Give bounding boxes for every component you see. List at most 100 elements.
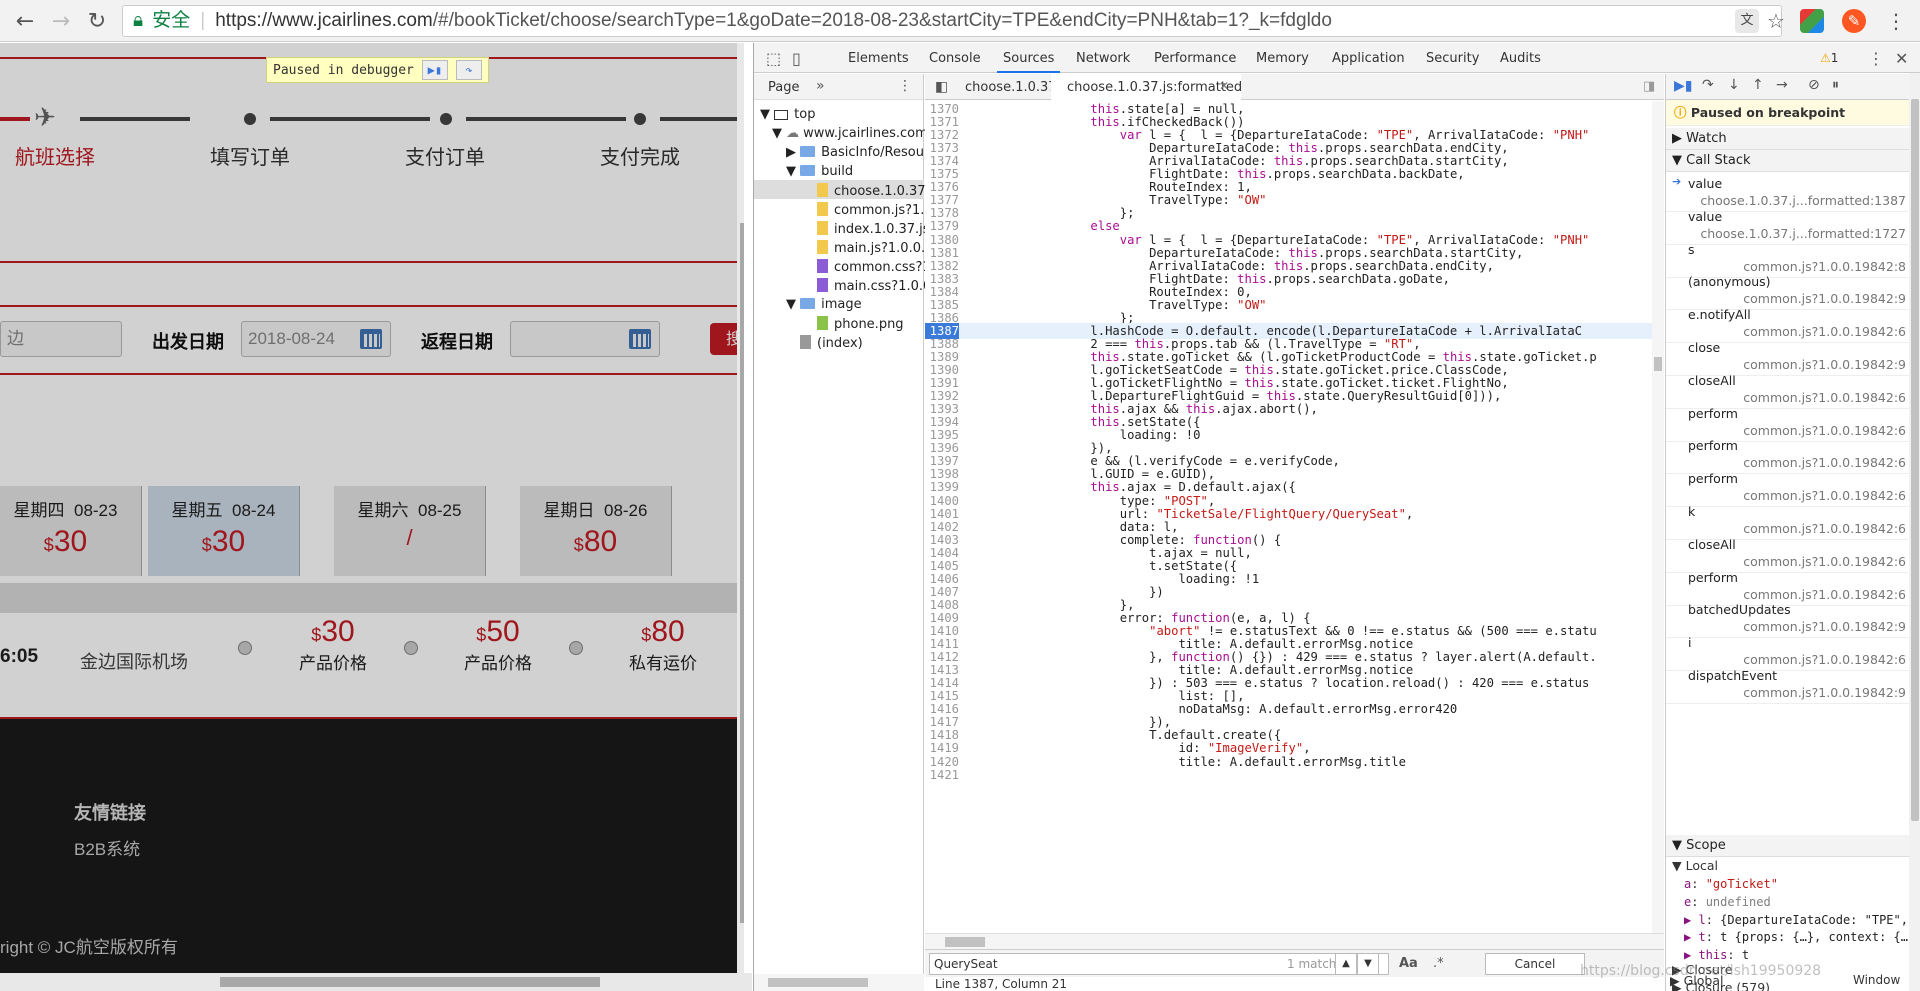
tree-item[interactable]: ▶ BasicInfo/Resourc <box>786 145 936 160</box>
date-tab-selected[interactable]: 星期五 08-24 $30 <box>148 486 300 576</box>
code-horizontal-scrollbar[interactable] <box>925 933 1664 949</box>
fare-option[interactable]: $50 产品价格 <box>448 615 548 674</box>
scope-variable[interactable]: e: undefined <box>1684 895 1771 909</box>
more-options-icon[interactable]: ⋮ <box>898 78 912 94</box>
call-stack-frame[interactable]: dispatchEvent common.js?1.0.0.19842:9 <box>1666 665 1912 704</box>
tree-item[interactable]: index.1.0.37.js <box>817 221 930 237</box>
resume-icon[interactable]: ▶▮ <box>421 60 448 80</box>
toggle-debugger-icon[interactable]: ◨ <box>1643 79 1655 94</box>
device-toolbar-icon[interactable]: ▯ <box>792 49 801 68</box>
date-tab[interactable]: 星期日 08-26 $80 <box>520 486 672 576</box>
call-stack-section-header[interactable]: ▼ Call Stack <box>1666 150 1920 172</box>
return-date-input[interactable] <box>510 321 660 357</box>
translate-icon[interactable]: 文 <box>1735 9 1759 33</box>
fare-radio[interactable] <box>404 641 418 655</box>
scope-section-header[interactable]: ▼ Scope <box>1666 835 1920 857</box>
extension-icon[interactable] <box>1800 9 1824 33</box>
line-number[interactable]: 1421 <box>925 767 959 783</box>
tree-item[interactable]: ▼ image <box>786 297 862 312</box>
calendar-icon[interactable] <box>360 329 382 349</box>
pause-on-exceptions-icon[interactable]: ⏸ <box>1832 77 1839 93</box>
step-over-icon[interactable]: ↷ <box>455 60 482 80</box>
scrollbar-thumb[interactable] <box>1911 99 1919 821</box>
scope-variable[interactable]: a: "goTicket" <box>1684 877 1778 891</box>
tree-item[interactable]: main.css?1.0.0. <box>817 278 935 294</box>
separator: : <box>1691 894 1706 909</box>
close-devtools-icon[interactable]: ✕ <box>1895 49 1908 68</box>
tab-application[interactable]: Application <box>1332 51 1405 66</box>
tree-item[interactable]: ▼ top <box>760 107 815 122</box>
next-match-icon[interactable]: ▼ <box>1357 953 1379 975</box>
destination-input[interactable]: 边 <box>0 321 122 357</box>
code-view[interactable]: 1370 this.state[a] = null, 1371 this.ifCh… <box>925 101 1664 911</box>
regex-button[interactable]: .* <box>1433 956 1444 971</box>
step-over-icon[interactable]: ↷ <box>1702 77 1714 93</box>
step-out-icon[interactable]: ↑ <box>1752 77 1764 93</box>
flight-time: 6:05 <box>0 646 39 667</box>
step-icon[interactable]: → <box>1776 77 1788 93</box>
page-horizontal-scrollbar[interactable] <box>0 973 752 991</box>
close-tab-icon[interactable]: ✕ <box>1219 79 1229 93</box>
tab-network[interactable]: Network <box>1076 51 1130 66</box>
fare-radio[interactable] <box>569 641 583 655</box>
address-bar[interactable]: 🔒︎ 安全 | https://www.jcairlines.com/#/bookT… <box>122 5 1782 37</box>
depart-date-input[interactable]: 2018-08-24 <box>241 321 391 357</box>
navigator-scrollbar[interactable] <box>754 974 924 991</box>
menu-icon[interactable]: ⋮ <box>1884 9 1908 33</box>
back-icon[interactable]: ← <box>10 6 40 36</box>
tab-audits[interactable]: Audits <box>1500 51 1541 66</box>
code-line[interactable]: 1421 <box>925 767 1664 783</box>
watch-section-header[interactable]: ▶ Watch <box>1666 128 1920 150</box>
resume-icon[interactable]: ▶▮ <box>1674 78 1692 94</box>
tab-performance[interactable]: Performance <box>1154 51 1236 66</box>
tree-item[interactable]: (index) <box>800 335 863 351</box>
code-scrollbar[interactable] <box>1652 101 1664 933</box>
currency: $ <box>311 625 322 645</box>
reload-icon[interactable]: ↻ <box>82 6 112 36</box>
tab-console[interactable]: Console <box>929 51 981 66</box>
footer-link[interactable]: B2B系统 <box>74 835 140 860</box>
scope-variable[interactable]: ▶ this: t <box>1684 948 1749 962</box>
forward-icon[interactable]: → <box>46 6 76 36</box>
bookmark-star-icon[interactable]: ☆ <box>1764 9 1788 33</box>
fare-radio[interactable] <box>238 641 252 655</box>
inspect-element-icon[interactable]: ⬚ <box>766 49 781 68</box>
scope-variable[interactable]: ▶ t: t {props: {…}, context: {… <box>1684 930 1908 944</box>
scrollbar-thumb[interactable] <box>768 978 868 987</box>
tree-item[interactable]: phone.png <box>817 316 904 332</box>
calendar-icon[interactable] <box>629 329 651 349</box>
tree-item[interactable]: ▼ ☁ www.jcairlines.com <box>772 126 928 141</box>
more-options-icon[interactable]: ⋮ <box>1868 49 1884 68</box>
tree-item[interactable]: common.js?1.0 <box>817 202 933 218</box>
date-tab[interactable]: 星期四 08-23 $30 <box>0 486 142 576</box>
tab-sources[interactable]: Sources <box>996 51 1061 73</box>
step-into-icon[interactable]: ↓ <box>1728 77 1740 93</box>
cancel-search-button[interactable]: Cancel <box>1485 953 1585 975</box>
scope-variable[interactable]: ▶ l: {DepartureIataCode: "TPE", <box>1684 913 1908 927</box>
more-tabs-icon[interactable]: » <box>816 78 825 94</box>
tree-item[interactable]: common.css?1. <box>817 259 935 275</box>
editor-tab-active[interactable]: choose.1.0.37.js:formatted <box>1067 80 1242 95</box>
tab-security[interactable]: Security <box>1426 51 1479 66</box>
toggle-navigator-icon[interactable]: ◧ <box>935 79 948 95</box>
deactivate-breakpoints-icon[interactable]: ⊘ <box>1808 77 1820 93</box>
tab-page[interactable]: Page <box>768 80 799 95</box>
page-scrollbar-thumb[interactable] <box>740 223 744 923</box>
tree-item[interactable]: ▼ build <box>786 164 853 179</box>
tree-item-selected[interactable]: choose.1.0.37.js <box>817 183 940 199</box>
scrollbar-thumb[interactable] <box>1654 357 1662 371</box>
scrollbar-thumb[interactable] <box>220 977 600 987</box>
tab-memory[interactable]: Memory <box>1256 51 1309 66</box>
match-case-button[interactable]: Aa <box>1399 956 1418 971</box>
tree-item[interactable]: main.js?1.0.0.19 <box>817 240 942 256</box>
date: 08-26 <box>603 501 648 520</box>
fare-option[interactable]: $80 私有运价 <box>613 615 713 674</box>
extension-icon[interactable]: ✎ <box>1842 9 1866 33</box>
scrollbar-thumb[interactable] <box>945 937 985 947</box>
scope-local-header[interactable]: ▼ Local <box>1672 858 1718 873</box>
warnings-badge[interactable]: ⚠1 <box>1820 51 1838 65</box>
date-tab[interactable]: 星期六 08-25 / <box>334 486 486 576</box>
tab-elements[interactable]: Elements <box>848 51 909 66</box>
fare-option[interactable]: $30 产品价格 <box>283 615 383 674</box>
previous-match-icon[interactable]: ▲ <box>1335 953 1357 975</box>
